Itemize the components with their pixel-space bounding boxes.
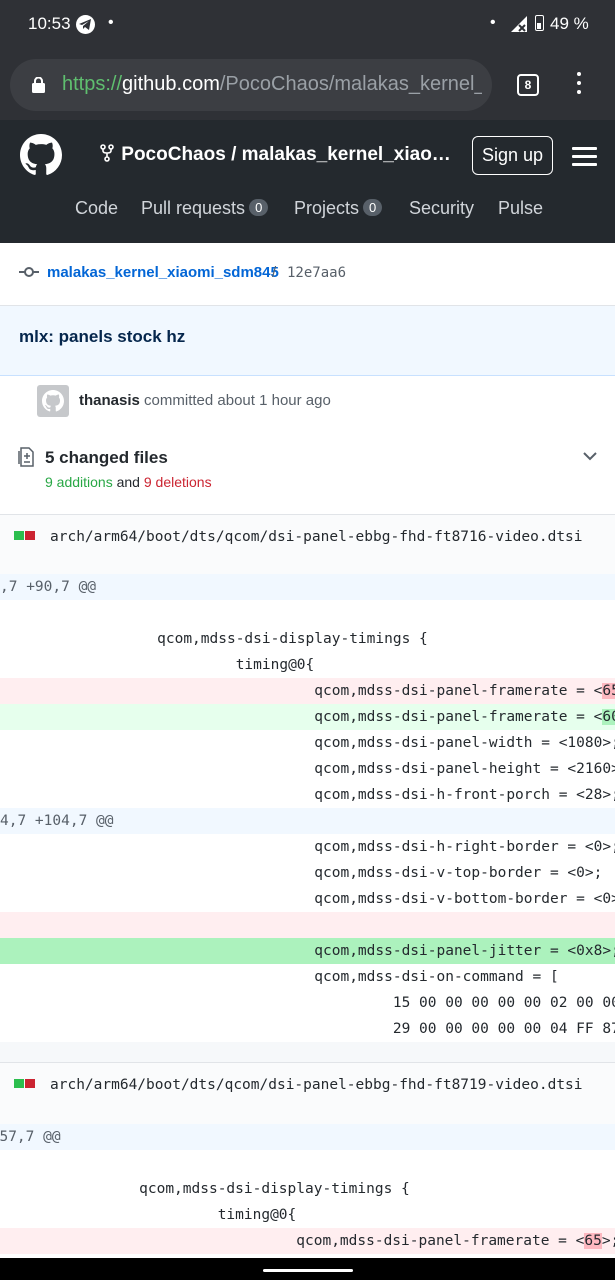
avatar[interactable]	[37, 385, 69, 417]
chevron-down-icon[interactable]	[583, 451, 597, 461]
projects-count: 0	[363, 199, 383, 216]
commit-title-box: mlx: panels stock hz	[0, 306, 615, 376]
telegram-icon	[76, 15, 95, 34]
context-line: 15 00 00 00 00 00 02 00 00	[0, 990, 615, 1016]
android-nav-bar	[0, 1258, 615, 1280]
hamburger-menu-icon[interactable]	[572, 147, 597, 171]
commit-title: mlx: panels stock hz	[19, 327, 186, 346]
browser-toolbar: https://github.com/PocoChaos/malakas_ker…	[0, 50, 615, 120]
status-time: 10:53	[28, 14, 71, 33]
repo-link[interactable]: malakas_kernel_xiaomi_sdm845	[47, 264, 279, 281]
nav-security[interactable]: Security	[409, 198, 474, 219]
context-line: qcom,mdss-dsi-v-bottom-border = <0>;	[0, 886, 615, 912]
hunk-header: +57,7 @@	[0, 1124, 615, 1150]
sign-up-button[interactable]: Sign up	[472, 136, 553, 175]
tab-switcher-button[interactable]: 8	[517, 74, 539, 96]
breadcrumb: malakas_kernel_xiaomi_sdm845 / 12e7aa6	[0, 243, 615, 306]
context-line: qcom,mdss-dsi-display-timings {	[0, 1176, 615, 1202]
context-line: 29 00 00 00 00 00 04 FF 87 16 01	[0, 1016, 615, 1042]
file-diff-icon	[18, 447, 34, 467]
notification-dot: •	[490, 14, 496, 31]
github-header: PocoChaos / malakas_kernel_xiao… Sign up…	[0, 120, 615, 243]
commit-author[interactable]: thanasis	[79, 392, 140, 409]
nav-pulse[interactable]: Pulse	[498, 198, 543, 219]
lock-icon	[32, 77, 45, 93]
nav-projects[interactable]: Projects 0	[294, 198, 383, 219]
commit-sha: 12e7aa6	[287, 265, 347, 281]
context-line: qcom,mdss-dsi-h-right-border = <0>;	[0, 834, 615, 860]
file-path[interactable]: arch/arm64/boot/dts/qcom/dsi-panel-ebbg-…	[50, 1076, 605, 1094]
changed-files-stats: 9 additions and 9 deletions	[45, 474, 212, 490]
context-line	[0, 1150, 615, 1176]
address-bar[interactable]: https://github.com/PocoChaos/malakas_ker…	[10, 59, 492, 111]
github-logo-icon[interactable]	[20, 134, 62, 176]
breadcrumb-separator: /	[272, 264, 277, 281]
repo-owner[interactable]: PocoChaos	[121, 144, 226, 165]
context-line: qcom,mdss-dsi-h-front-porch = <28>;	[0, 782, 615, 808]
git-commit-icon	[19, 267, 39, 277]
github-avatar-icon	[42, 390, 64, 412]
battery-icon	[535, 15, 544, 31]
pull-requests-count: 0	[249, 199, 269, 216]
context-line: timing@0{	[0, 1202, 615, 1228]
deleted-line	[0, 912, 615, 938]
nav-pull-requests[interactable]: Pull requests 0	[141, 198, 269, 219]
added-line: qcom,mdss-dsi-panel-jitter = <0x8>;	[0, 938, 615, 964]
repo-name[interactable]: malakas_kernel_xiao…	[242, 144, 451, 165]
repo-separator: /	[231, 144, 237, 165]
hunk-header: ,7 +90,7 @@	[0, 574, 615, 600]
deleted-line: qcom,mdss-dsi-panel-framerate = <65>;	[0, 1228, 615, 1254]
commit-author-row: thanasis committed about 1 hour ago	[0, 376, 615, 426]
diff-code: ,7 +90,7 @@ qcom,mdss-dsi-display-timing…	[0, 574, 615, 1042]
url-text: https://github.com/PocoChaos/malakas_ker…	[62, 73, 482, 95]
status-bar: 10:53 • • 49 %	[0, 0, 615, 50]
added-line: qcom,mdss-dsi-panel-framerate = <60>;	[0, 704, 615, 730]
commit-meta: thanasis committed about 1 hour ago	[79, 392, 331, 409]
battery-percent: 49 %	[550, 14, 589, 33]
nav-code[interactable]: Code	[75, 198, 118, 219]
deleted-line: qcom,mdss-dsi-panel-framerate = <65>;	[0, 678, 615, 704]
changed-files-summary[interactable]: 5 changed files 9 additions and 9 deleti…	[0, 426, 615, 515]
file-separator	[0, 1042, 615, 1062]
diff-stat-icon	[14, 531, 36, 540]
context-line: qcom,mdss-dsi-panel-height = <2160>;	[0, 756, 615, 782]
signal-icon	[511, 16, 527, 32]
diff-code: +57,7 @@ qcom,mdss-dsi-display-timings {…	[0, 1124, 615, 1254]
repo-nav: Code Pull requests 0 Projects 0 Security P…	[0, 198, 615, 220]
repo-forked-icon	[100, 144, 114, 162]
notification-dot: •	[108, 14, 114, 31]
diff-stat-icon	[14, 1079, 36, 1088]
context-line	[0, 600, 615, 626]
file-header[interactable]: arch/arm64/boot/dts/qcom/dsi-panel-ebbg-…	[0, 514, 615, 577]
file-header[interactable]: arch/arm64/boot/dts/qcom/dsi-panel-ebbg-…	[0, 1062, 615, 1125]
browser-menu-icon[interactable]	[570, 72, 588, 98]
context-line: qcom,mdss-dsi-on-command = [	[0, 964, 615, 990]
home-gesture-handle[interactable]	[263, 1269, 353, 1272]
file-path[interactable]: arch/arm64/boot/dts/qcom/dsi-panel-ebbg-…	[50, 528, 605, 546]
repo-title[interactable]: PocoChaos / malakas_kernel_xiao…	[100, 144, 451, 166]
hunk-header: 4,7 +104,7 @@	[0, 808, 615, 834]
context-line: qcom,mdss-dsi-display-timings {	[0, 626, 615, 652]
context-line: qcom,mdss-dsi-v-top-border = <0>;	[0, 860, 615, 886]
changed-files-title: 5 changed files	[45, 448, 168, 467]
context-line: timing@0{	[0, 652, 615, 678]
context-line: qcom,mdss-dsi-panel-width = <1080>;	[0, 730, 615, 756]
